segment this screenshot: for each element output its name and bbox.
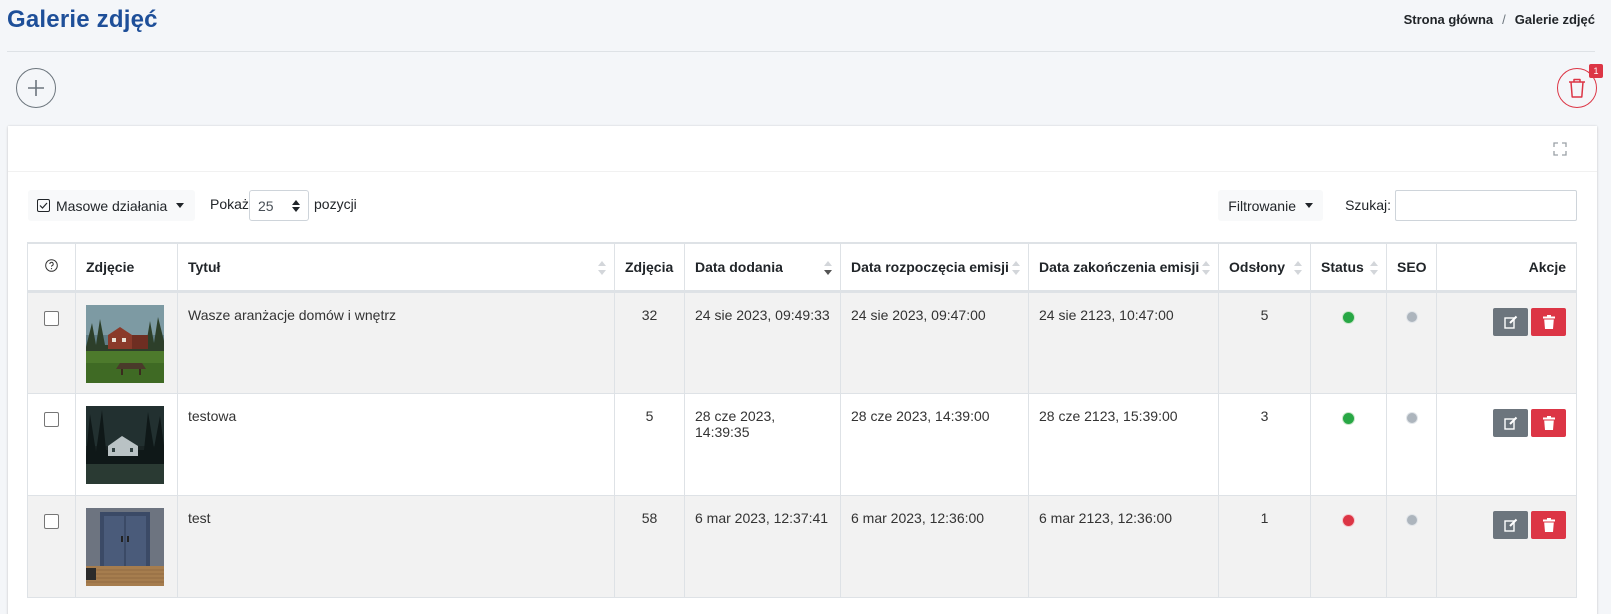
- column-header-actions: Akcje: [1436, 242, 1577, 293]
- delete-button[interactable]: [1531, 307, 1566, 336]
- column-header-start-date[interactable]: Data rozpoczęcia emisji: [840, 242, 1029, 293]
- gallery-thumbnail[interactable]: [86, 304, 164, 383]
- trash-icon: [1569, 78, 1585, 98]
- checkbox-icon: [37, 199, 50, 212]
- column-start-label: Data rozpoczęcia emisji: [851, 258, 1009, 275]
- page-header: Galerie zdjęć Strona główna / Galerie zd…: [7, 0, 1595, 52]
- seo-status-dot: [1406, 311, 1417, 322]
- trash-count-badge: 1: [1589, 64, 1603, 78]
- gallery-thumbnail[interactable]: [86, 405, 164, 484]
- mass-actions-label: Masowe działania: [56, 197, 168, 214]
- column-header-seo: SEO: [1386, 242, 1437, 293]
- table-row: Wasze aranżacje domów i wnętrz 32 24 sie…: [27, 290, 1577, 394]
- plus-icon: [28, 80, 44, 96]
- row-checkbox[interactable]: [44, 310, 59, 326]
- row-title[interactable]: testowa: [177, 392, 615, 496]
- column-title-label: Tytuł: [188, 258, 221, 275]
- seo-status-dot: [1406, 514, 1417, 525]
- status-inactive-dot[interactable]: [1343, 514, 1354, 526]
- table-row: test 58 6 mar 2023, 12:37:41 6 mar 2023,…: [27, 494, 1577, 598]
- status-active-dot[interactable]: [1343, 412, 1354, 424]
- column-header-end-date[interactable]: Data zakończenia emisji: [1028, 242, 1219, 293]
- sort-icon: [598, 261, 606, 275]
- sort-icon: [1202, 261, 1210, 275]
- column-header-photos-count: Zdjęcia: [614, 242, 685, 293]
- select-arrows-icon: [292, 199, 300, 212]
- row-title[interactable]: Wasze aranżacje domów i wnętrz: [177, 290, 615, 394]
- column-header-date-added[interactable]: Data dodania: [684, 242, 841, 293]
- delete-button[interactable]: [1531, 408, 1566, 437]
- items-label: pozycji: [314, 196, 357, 212]
- card-header: [8, 126, 1597, 172]
- page-size-select[interactable]: 25: [249, 190, 309, 221]
- breadcrumb-separator: /: [1502, 12, 1506, 27]
- sort-desc-icon: [824, 261, 832, 275]
- page-title: Galerie zdjęć: [7, 6, 158, 33]
- table-row: testowa 5 28 cze 2023, 14:39:35 28 cze 2…: [27, 392, 1577, 496]
- row-date-added: 24 sie 2023, 09:49:33: [684, 290, 841, 394]
- edit-icon: [1503, 518, 1517, 532]
- filter-dropdown[interactable]: Filtrowanie: [1218, 190, 1323, 221]
- row-end-date: 28 cze 2123, 15:39:00: [1028, 392, 1219, 496]
- edit-icon: [1503, 315, 1517, 329]
- breadcrumb-home-link[interactable]: Strona główna: [1404, 12, 1494, 27]
- column-date-added-label: Data dodania: [695, 258, 783, 275]
- table-header-row: Zdjęcie Tytuł Zdjęcia Data dodania Data …: [27, 242, 1577, 293]
- row-end-date: 6 mar 2123, 12:36:00: [1028, 494, 1219, 598]
- column-header-photo: Zdjęcie: [75, 242, 178, 293]
- sort-icon: [1012, 261, 1020, 275]
- seo-status-dot: [1406, 412, 1417, 423]
- row-checkbox[interactable]: [44, 513, 59, 529]
- column-header-status[interactable]: Status: [1310, 242, 1387, 293]
- row-views: 3: [1218, 392, 1311, 496]
- sort-icon: [1294, 261, 1302, 275]
- search-label: Szukaj:: [1345, 197, 1391, 213]
- row-views: 5: [1218, 290, 1311, 394]
- column-end-label: Data zakończenia emisji: [1039, 258, 1200, 275]
- question-circle-icon: [45, 258, 58, 272]
- row-photos-count: 32: [614, 290, 685, 394]
- column-header-title[interactable]: Tytuł: [177, 242, 615, 293]
- page-size-value: 25: [258, 197, 274, 214]
- galleries-table: Zdjęcie Tytuł Zdjęcia Data dodania Data …: [27, 242, 1577, 598]
- filter-label: Filtrowanie: [1228, 197, 1296, 214]
- breadcrumb: Strona główna / Galerie zdjęć: [1404, 12, 1595, 27]
- search-input[interactable]: [1395, 190, 1577, 221]
- edit-button[interactable]: [1493, 510, 1528, 539]
- edit-button[interactable]: [1493, 307, 1528, 336]
- galleries-card: Masowe działania Pokaż 25 pozycji Filtro…: [8, 126, 1597, 614]
- row-checkbox[interactable]: [44, 411, 59, 427]
- breadcrumb-current: Galerie zdjęć: [1514, 12, 1595, 27]
- column-status-label: Status: [1321, 258, 1364, 275]
- mass-actions-dropdown[interactable]: Masowe działania: [28, 190, 196, 221]
- status-active-dot[interactable]: [1343, 311, 1354, 323]
- row-date-added: 28 cze 2023, 14:39:35: [684, 392, 841, 496]
- column-header-views[interactable]: Odsłony: [1218, 242, 1311, 293]
- table-toolbar: Masowe działania Pokaż 25 pozycji Filtro…: [28, 190, 1577, 222]
- row-photos-count: 58: [614, 494, 685, 598]
- row-title[interactable]: test: [177, 494, 615, 598]
- caret-down-icon: [176, 203, 185, 208]
- help-header[interactable]: [27, 242, 76, 293]
- sort-icon: [1370, 261, 1378, 275]
- edit-icon: [1503, 416, 1517, 430]
- trash-icon: [1542, 314, 1555, 329]
- column-views-label: Odsłony: [1229, 258, 1286, 275]
- row-start-date: 6 mar 2023, 12:36:00: [840, 494, 1029, 598]
- add-gallery-button[interactable]: [16, 68, 56, 108]
- row-start-date: 28 cze 2023, 14:39:00: [840, 392, 1029, 496]
- show-label: Pokaż: [210, 196, 249, 212]
- row-start-date: 24 sie 2023, 09:47:00: [840, 290, 1029, 394]
- row-views: 1: [1218, 494, 1311, 598]
- row-date-added: 6 mar 2023, 12:37:41: [684, 494, 841, 598]
- caret-down-icon: [1305, 203, 1313, 208]
- row-end-date: 24 sie 2123, 10:47:00: [1028, 290, 1219, 394]
- trash-icon: [1542, 517, 1555, 532]
- fullscreen-icon[interactable]: [1553, 142, 1567, 156]
- gallery-thumbnail[interactable]: [86, 507, 164, 586]
- trash-icon: [1542, 415, 1555, 430]
- edit-button[interactable]: [1493, 408, 1528, 437]
- row-photos-count: 5: [614, 392, 685, 496]
- delete-button[interactable]: [1531, 510, 1566, 539]
